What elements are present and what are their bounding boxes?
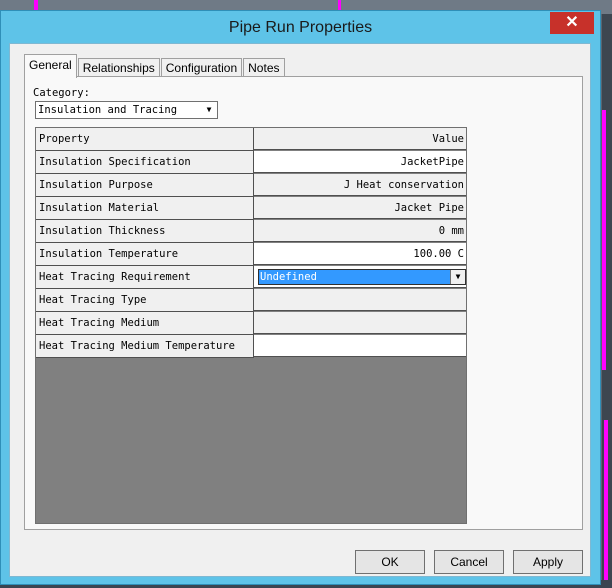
- tab-notes[interactable]: Notes: [243, 58, 285, 77]
- grid-header-property: Property: [36, 128, 254, 151]
- chevron-down-icon[interactable]: ▼: [450, 270, 465, 284]
- table-row[interactable]: Heat Tracing Medium: [36, 312, 466, 335]
- table-row[interactable]: Insulation Specification JacketPipe: [36, 151, 466, 174]
- category-dropdown[interactable]: Insulation and Tracing ▼: [35, 101, 218, 119]
- background-pipe-line: [604, 420, 608, 580]
- dialog-title: Pipe Run Properties: [228, 19, 373, 36]
- property-grid: Property Value Insulation Specification …: [35, 127, 467, 524]
- grid-header-value: Value: [254, 128, 466, 150]
- property-value[interactable]: J Heat conservation: [254, 174, 466, 196]
- ok-button[interactable]: OK: [355, 550, 425, 574]
- pipe-run-properties-dialog: Pipe Run Properties ✕ General Relationsh…: [0, 10, 601, 585]
- table-row[interactable]: Insulation Purpose J Heat conservation: [36, 174, 466, 197]
- table-row[interactable]: Insulation Temperature 100.00 C: [36, 243, 466, 266]
- apply-button[interactable]: Apply: [513, 550, 583, 574]
- property-value[interactable]: JacketPipe: [254, 151, 466, 173]
- tab-relationships[interactable]: Relationships: [77, 58, 160, 77]
- chevron-down-icon[interactable]: ▼: [202, 103, 216, 117]
- property-name: Heat Tracing Type: [36, 289, 254, 312]
- table-row[interactable]: Insulation Thickness 0 mm: [36, 220, 466, 243]
- property-name: Insulation Purpose: [36, 174, 254, 197]
- grid-header-row: Property Value: [36, 128, 466, 151]
- property-name: Heat Tracing Medium: [36, 312, 254, 335]
- close-button[interactable]: ✕: [550, 12, 594, 34]
- background-pipe-line: [602, 110, 606, 370]
- cancel-button[interactable]: Cancel: [434, 550, 504, 574]
- dropdown-selected-value: Undefined: [260, 271, 317, 283]
- property-name: Insulation Material: [36, 197, 254, 220]
- property-name: Insulation Specification: [36, 151, 254, 174]
- table-row[interactable]: Heat Tracing Medium Temperature: [36, 335, 466, 358]
- property-name: Insulation Thickness: [36, 220, 254, 243]
- property-value[interactable]: 100.00 C: [254, 243, 466, 265]
- tab-strip: General Relationships Configuration Note…: [24, 54, 286, 78]
- property-value[interactable]: [254, 335, 466, 357]
- category-label: Category:: [33, 87, 90, 99]
- close-icon: ✕: [565, 14, 579, 31]
- property-value[interactable]: [254, 312, 466, 334]
- table-row[interactable]: Heat Tracing Type: [36, 289, 466, 312]
- property-name: Insulation Temperature: [36, 243, 254, 266]
- table-row[interactable]: Insulation Material Jacket Pipe: [36, 197, 466, 220]
- general-tab-panel: Category: Insulation and Tracing ▼ Prope…: [24, 76, 583, 530]
- table-row[interactable]: Heat Tracing Requirement Undefined ▼: [36, 266, 466, 289]
- property-value[interactable]: 0 mm: [254, 220, 466, 242]
- property-value[interactable]: Jacket Pipe: [254, 197, 466, 219]
- dialog-client-area: General Relationships Configuration Note…: [9, 43, 591, 577]
- property-name: Heat Tracing Requirement: [36, 266, 254, 289]
- property-value-cell: Undefined ▼: [254, 266, 466, 288]
- tab-general[interactable]: General: [24, 54, 77, 78]
- property-name: Heat Tracing Medium Temperature: [36, 335, 254, 358]
- category-selected-value: Insulation and Tracing: [38, 104, 178, 116]
- property-value[interactable]: [254, 289, 466, 311]
- tab-configuration[interactable]: Configuration: [160, 58, 243, 77]
- heat-tracing-requirement-dropdown[interactable]: Undefined ▼: [258, 269, 466, 285]
